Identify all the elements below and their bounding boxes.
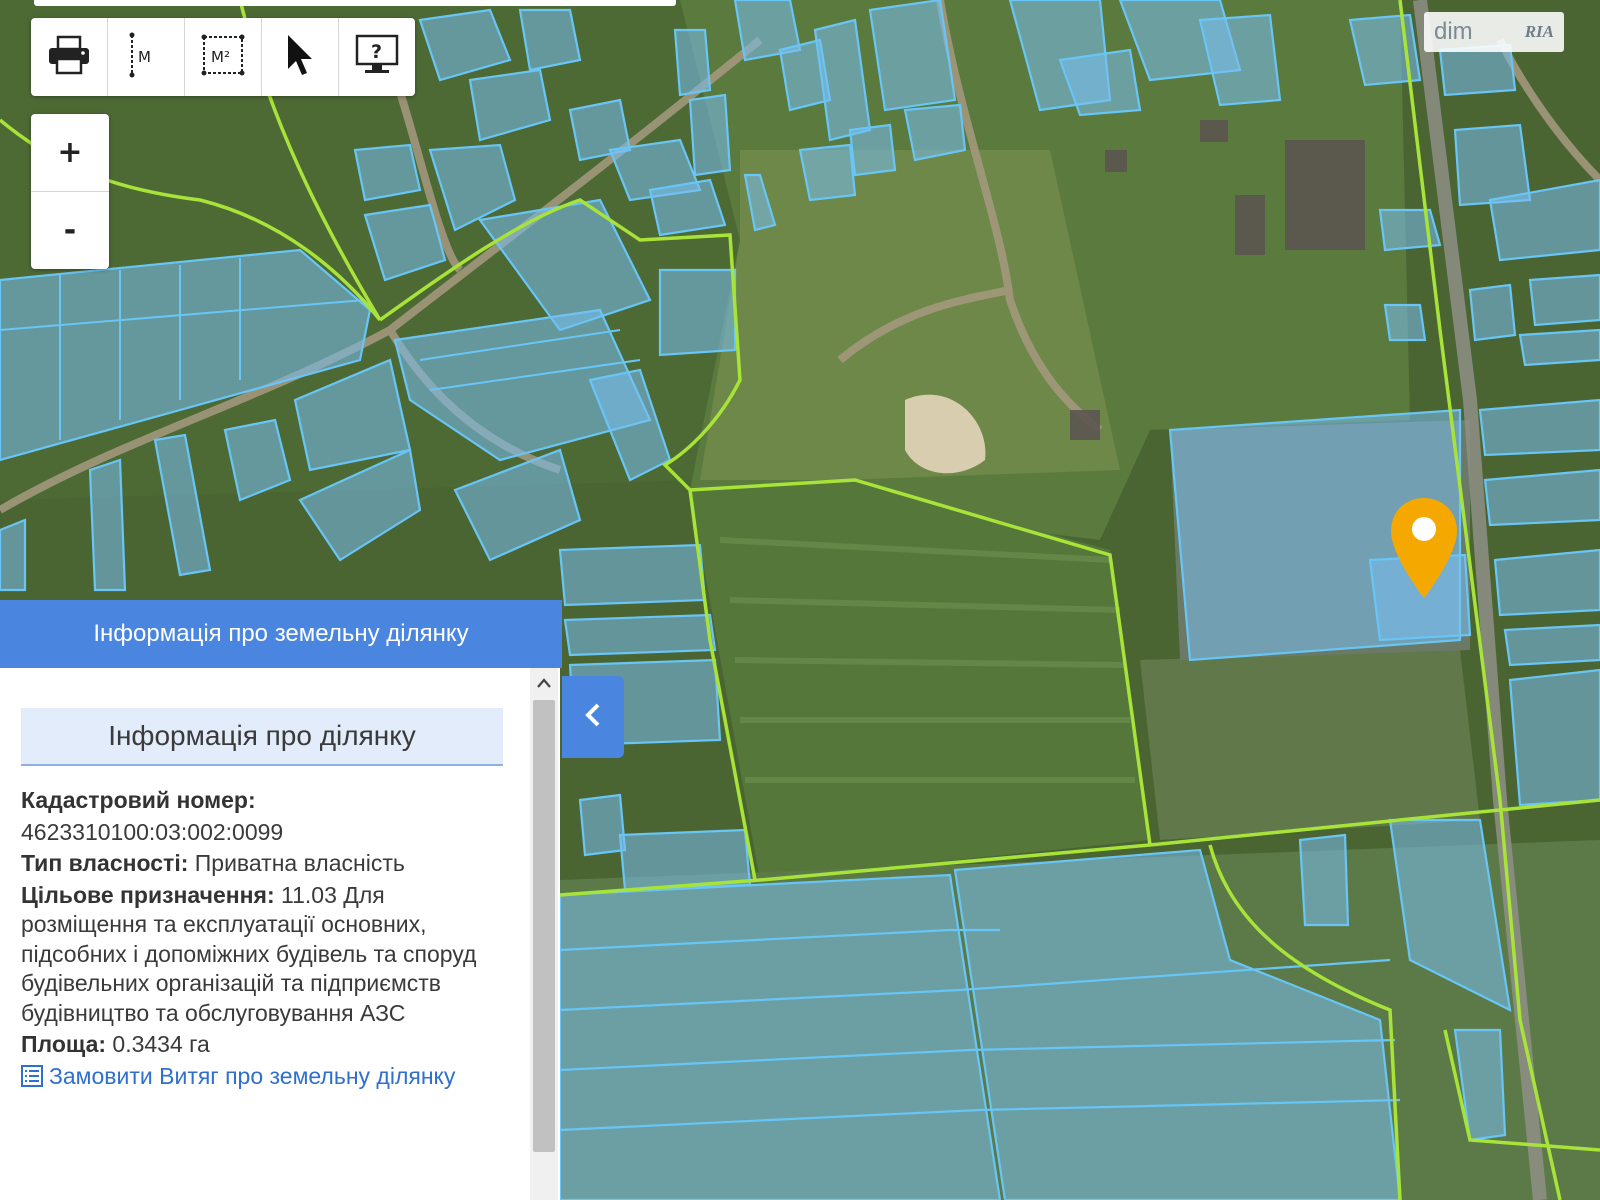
order-extract-link-text: Замовити Витяг про земельну ділянку [49, 1062, 456, 1089]
scrollbar-thumb[interactable] [533, 700, 555, 1152]
watermark-ria-text: RIA [1524, 22, 1554, 41]
cadastral-label: Кадастровий номер: [21, 787, 256, 813]
scroll-up-button[interactable] [530, 668, 558, 698]
map-toolbar: M M² ? [31, 18, 415, 96]
svg-text:?: ? [371, 41, 382, 63]
area-value: 0.3434 га [112, 1031, 210, 1057]
purpose-row: Цільове призначення: 11.03 Для розміщенн… [21, 881, 501, 1029]
select-button[interactable] [262, 18, 339, 96]
info-panel: Інформація про ділянку Кадастровий номер… [0, 668, 560, 1200]
zoom-out-button[interactable]: - [31, 191, 109, 269]
section-title: Інформація про ділянку [21, 708, 503, 766]
order-extract-link[interactable]: Замовити Витяг про земельну ділянку [21, 1062, 501, 1095]
area-row: Площа: 0.3434 га [21, 1030, 501, 1060]
printer-icon [47, 35, 91, 80]
help-button[interactable]: ? [339, 18, 415, 96]
zoom-in-button[interactable]: + [31, 114, 109, 191]
print-button[interactable] [31, 18, 108, 96]
panel-scrollbar[interactable] [530, 668, 558, 1200]
ownership-label: Тип власності: [21, 850, 189, 876]
parcel-info: Кадастровий номер: 4623310100:03:002:009… [21, 786, 501, 1096]
watermark-dim-text: dim [1434, 18, 1473, 45]
monitor-help-icon: ? [354, 33, 400, 82]
collapse-panel-button[interactable] [562, 676, 624, 758]
svg-text:M²: M² [211, 48, 230, 66]
svg-text:M: M [138, 48, 151, 66]
document-list-icon [21, 1064, 43, 1095]
chevron-left-icon [583, 702, 603, 733]
ruler-area-icon: M² [199, 31, 247, 84]
ruler-length-icon: M [124, 31, 168, 84]
cursor-arrow-icon [284, 33, 316, 82]
location-pin-icon[interactable] [1389, 496, 1459, 600]
ownership-row: Тип власності: Приватна власність [21, 849, 501, 879]
measure-area-button[interactable]: M² [185, 18, 262, 96]
brand-watermark: dim RIA [1424, 12, 1564, 52]
info-panel-header: Інформація про земельну ділянку [0, 600, 562, 668]
search-bar-edge [34, 0, 676, 6]
purpose-label: Цільове призначення: [21, 881, 275, 908]
ownership-value: Приватна власність [194, 850, 405, 876]
measure-length-button[interactable]: M [108, 18, 185, 96]
area-label: Площа: [21, 1031, 107, 1057]
cadastral-value: 4623310100:03:002:0099 [21, 818, 284, 845]
zoom-control: + - [31, 114, 109, 269]
chevron-up-icon [537, 675, 551, 691]
